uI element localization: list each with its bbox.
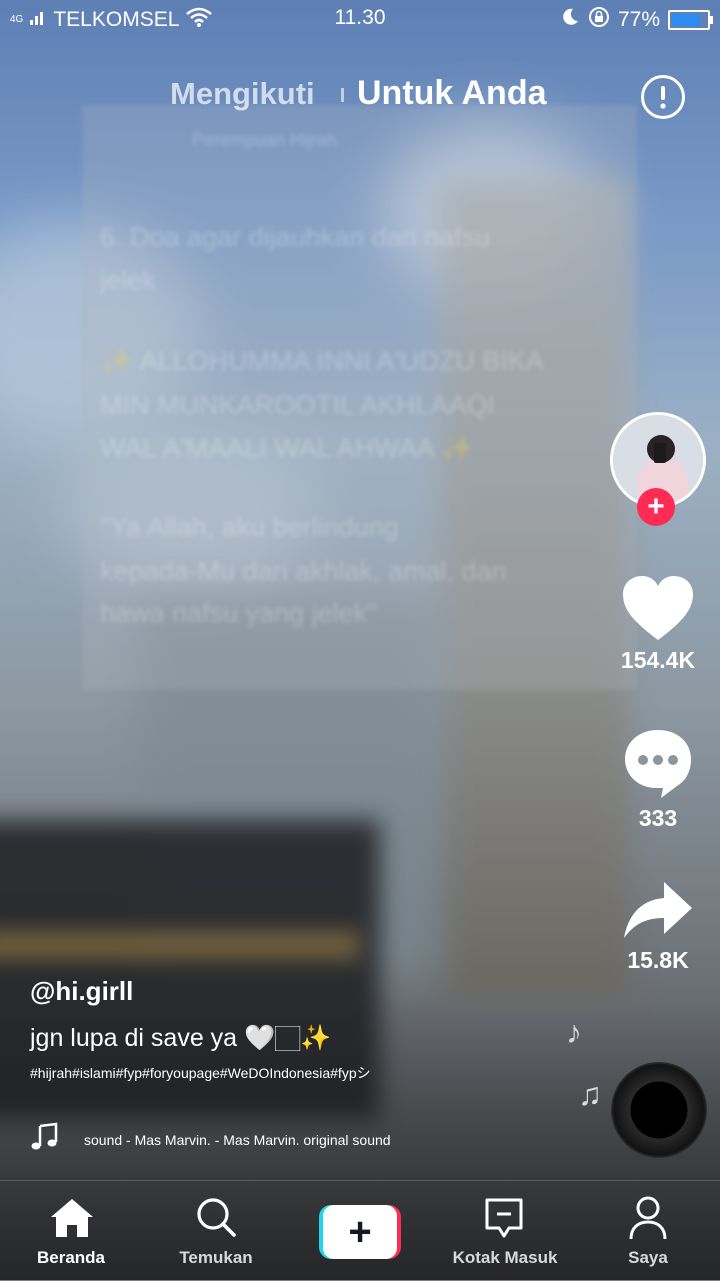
home-icon — [49, 1197, 95, 1244]
music-note-icon — [30, 1122, 60, 1157]
status-bar: 4G TELKOMSEL 11.30 77% — [0, 0, 720, 36]
background-text-line: "Ya Allah, aku berlindung — [100, 512, 399, 542]
heart-icon — [621, 576, 695, 646]
tab-following[interactable]: Mengikuti — [170, 76, 315, 112]
background-text-line: ✨ ALLOHUMMA INNI A'UDZU BIKA — [100, 346, 544, 376]
share-button[interactable]: 15.8K — [610, 880, 706, 974]
exclamation-circle-icon[interactable] — [641, 75, 685, 119]
chat-bubble-icon — [621, 730, 695, 804]
floating-music-note-icon: ♫ — [578, 1076, 602, 1112]
nav-profile-label: Saya — [628, 1248, 668, 1267]
background-text-line: jelek — [100, 265, 156, 295]
share-arrow-icon — [622, 882, 694, 946]
background-text-line: MIN MUNKAROOTIL AKHLAAQI — [100, 390, 496, 420]
like-button[interactable]: 154.4K — [610, 574, 706, 674]
background-text-line: Perempuan Hijrah — [192, 130, 338, 150]
background-text-line: WAL A'MAALI WAL AHWAA ✨ — [100, 433, 475, 463]
rotation-lock-icon — [588, 6, 610, 34]
floating-music-note-icon: ♪ — [566, 1014, 582, 1050]
creator-username[interactable]: @hi.girll — [30, 976, 133, 1007]
music-info[interactable]: sound - Mas Marvin. - Mas Marvin. origin… — [30, 1122, 392, 1157]
battery-icon — [668, 10, 713, 30]
share-count: 15.8K — [627, 947, 689, 973]
video-hashtags[interactable]: #hijrah#islami#fyp#foryoupage#WeDOIndone… — [30, 1063, 390, 1083]
video-caption: jgn lupa di save ya 🤍🏻✨ — [30, 1024, 332, 1052]
tab-for-you[interactable]: Untuk Anda — [357, 74, 547, 113]
feed-tabs: Mengikuti Untuk Anda — [0, 72, 720, 116]
bottom-navigation: Beranda Temukan + Kotak Masuk Saya — [0, 1180, 720, 1281]
nav-discover-label: Temukan — [179, 1248, 253, 1267]
profile-icon — [628, 1195, 668, 1246]
follow-button[interactable]: + — [637, 488, 675, 526]
comment-count: 333 — [638, 805, 678, 831]
inbox-icon — [483, 1197, 525, 1246]
music-disc[interactable] — [611, 1062, 707, 1158]
plus-icon: + — [348, 1210, 372, 1254]
music-title: sound - Mas Marvin. - Mas Marvin. origin… — [84, 1131, 391, 1148]
background-text-line: kepada-Mu dari akhlak, amal, dan — [100, 556, 507, 586]
comment-button[interactable]: 333 — [610, 726, 706, 832]
battery-percent: 77% — [617, 8, 660, 31]
like-count: 154.4K — [620, 647, 696, 673]
plus-icon: + — [647, 490, 665, 523]
moon-icon — [560, 7, 580, 33]
nav-inbox-label: Kotak Masuk — [452, 1248, 558, 1267]
background-text-line: 6. Doa agar dijauhkan dari nafsu — [100, 222, 491, 252]
tab-divider — [341, 88, 344, 102]
search-icon — [194, 1195, 238, 1244]
nav-home-label: Beranda — [36, 1248, 106, 1267]
create-button[interactable]: + — [319, 1205, 401, 1259]
background-text-line: hawa nafsu yang jelek" — [100, 598, 377, 628]
